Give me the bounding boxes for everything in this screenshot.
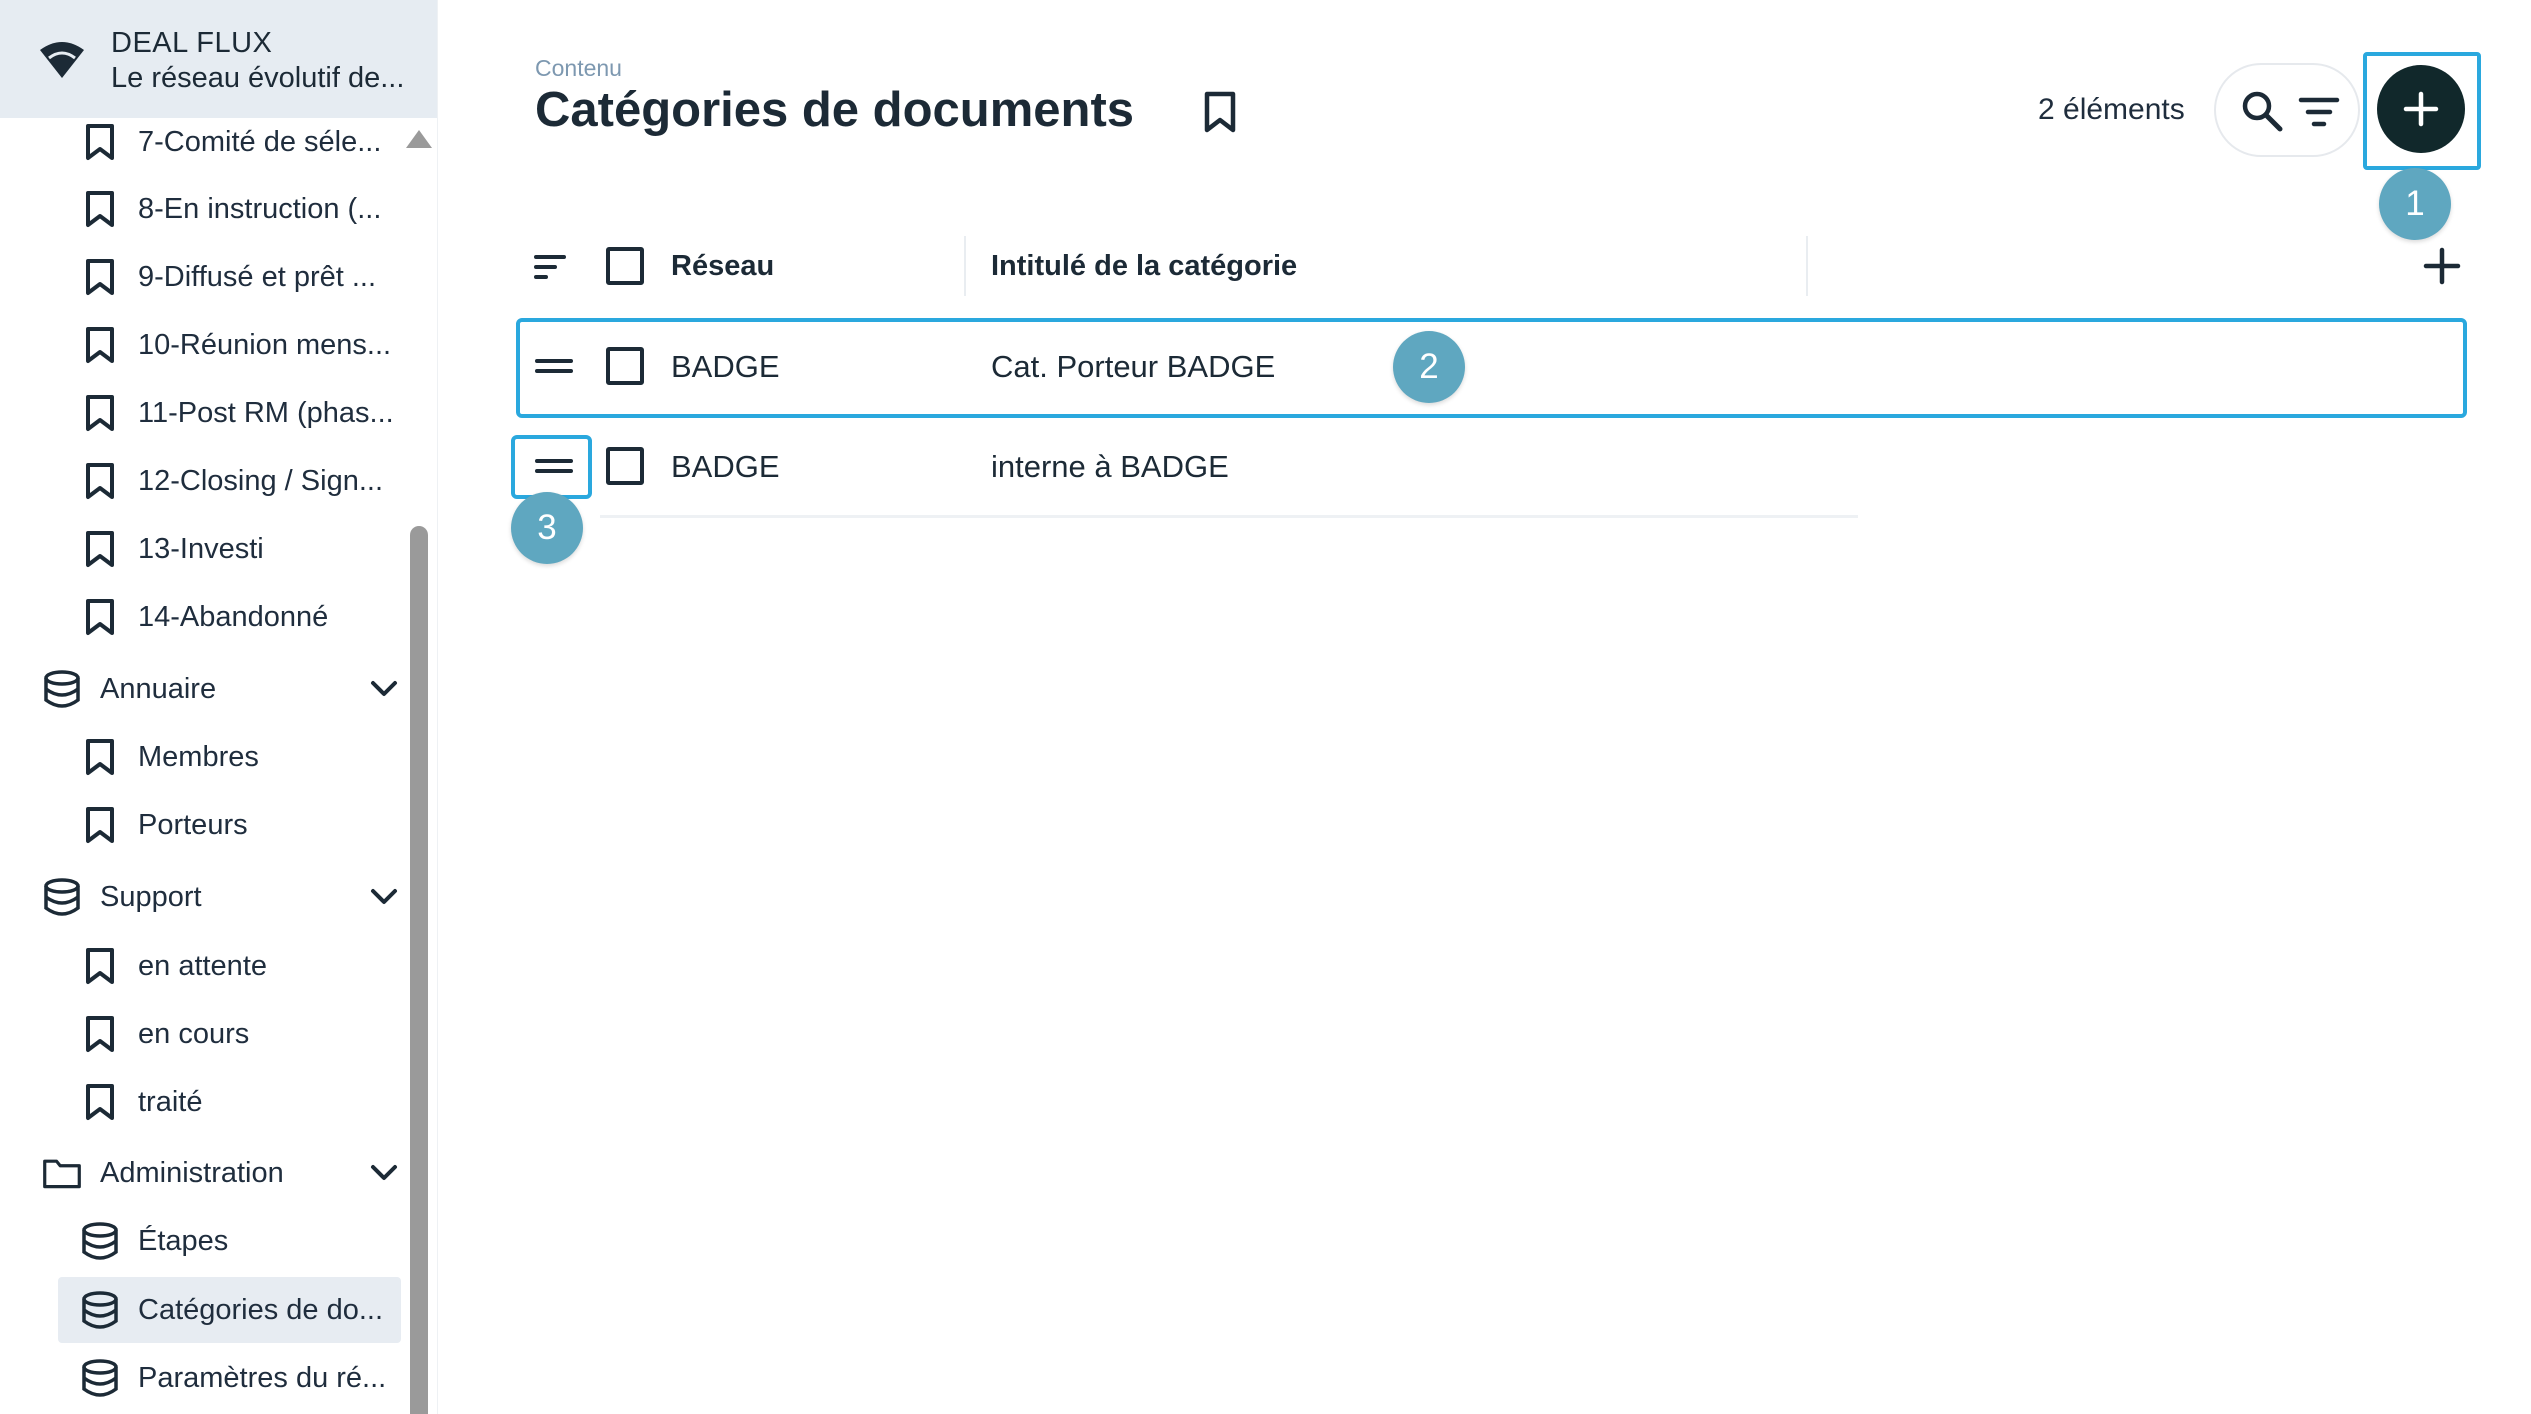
table-header bbox=[510, 230, 2450, 304]
column-header-intitule[interactable]: Intitulé de la catégorie bbox=[991, 250, 1297, 283]
database-icon bbox=[42, 877, 82, 917]
sidebar: DEAL FLUX Le réseau évolutif de... 7-Com… bbox=[0, 0, 438, 1414]
row-checkbox[interactable] bbox=[606, 447, 644, 485]
wifi-logo-icon bbox=[40, 42, 84, 78]
column-header-reseau[interactable]: Réseau bbox=[671, 250, 774, 283]
sidebar-item-abandonne[interactable]: 14-Abandonné bbox=[80, 586, 400, 648]
bookmark-icon bbox=[80, 461, 120, 501]
database-icon bbox=[42, 669, 82, 709]
page-title: Catégories de documents bbox=[535, 83, 1135, 137]
sidebar-item-etapes[interactable]: Étapes bbox=[80, 1210, 400, 1272]
sidebar-scrollbar[interactable] bbox=[410, 526, 428, 1414]
breadcrumb[interactable]: Contenu bbox=[535, 55, 622, 82]
sidebar-item-label: 10-Réunion mens... bbox=[138, 328, 392, 361]
sidebar-section-support[interactable]: Support bbox=[42, 866, 402, 928]
sidebar-section-label: Annuaire bbox=[100, 672, 217, 705]
sidebar-item-post-rm[interactable]: 11-Post RM (phas... bbox=[80, 382, 400, 444]
filter-icon[interactable] bbox=[2298, 91, 2340, 133]
sidebar-item-label: 7-Comité de séle... bbox=[138, 125, 382, 158]
sidebar-item-diffuse[interactable]: 9-Diffusé et prêt ... bbox=[80, 246, 400, 308]
folder-icon bbox=[42, 1153, 82, 1193]
sidebar-item-label: Paramètres du ré... bbox=[138, 1361, 387, 1394]
sidebar-item-label: 14-Abandonné bbox=[138, 600, 329, 633]
sidebar-item-label: 8-En instruction (... bbox=[138, 192, 382, 225]
sidebar-item-en-cours[interactable]: en cours bbox=[80, 1003, 400, 1065]
column-divider[interactable] bbox=[1806, 236, 1808, 296]
sidebar-item-label: Étapes bbox=[138, 1224, 229, 1257]
bookmark-icon bbox=[80, 737, 120, 777]
sidebar-item-label: en attente bbox=[138, 949, 267, 982]
sidebar-item-label: traité bbox=[138, 1085, 203, 1118]
bookmark-icon bbox=[80, 946, 120, 986]
sidebar-item-instruction[interactable]: 8-En instruction (... bbox=[80, 178, 400, 240]
bookmark-icon bbox=[80, 805, 120, 845]
chevron-down-icon[interactable] bbox=[366, 1155, 402, 1191]
sidebar-item-membres[interactable]: Membres bbox=[80, 726, 400, 788]
sidebar-section-administration[interactable]: Administration bbox=[42, 1142, 402, 1204]
sidebar-section-annuaire[interactable]: Annuaire bbox=[42, 658, 402, 720]
sidebar-item-investi[interactable]: 13-Investi bbox=[80, 518, 400, 580]
bookmark-icon bbox=[80, 257, 120, 297]
app-name: DEAL FLUX bbox=[111, 27, 273, 59]
bookmark-icon bbox=[80, 597, 120, 637]
bookmark-icon bbox=[80, 1082, 120, 1122]
bookmark-icon[interactable] bbox=[1196, 88, 1244, 136]
bookmark-icon bbox=[80, 189, 120, 229]
sidebar-item-label: Porteurs bbox=[138, 808, 248, 841]
sidebar-section-label: Administration bbox=[100, 1156, 284, 1189]
highlight-box-row bbox=[516, 318, 2467, 418]
sidebar-item-label: 11-Post RM (phas... bbox=[138, 396, 394, 429]
sidebar-item-en-attente[interactable]: en attente bbox=[80, 935, 400, 997]
sidebar-item-label: 12-Closing / Sign... bbox=[138, 464, 384, 497]
annotation-badge-3: 3 bbox=[511, 492, 583, 564]
add-column-icon[interactable] bbox=[2422, 246, 2462, 286]
sidebar-item-label: en cours bbox=[138, 1017, 250, 1050]
sidebar-item-traite[interactable]: traité bbox=[80, 1071, 400, 1133]
annotation-badge-2: 2 bbox=[1393, 331, 1465, 403]
sidebar-item-reunion[interactable]: 10-Réunion mens... bbox=[80, 314, 400, 376]
chevron-down-icon[interactable] bbox=[366, 671, 402, 707]
bookmark-icon bbox=[80, 325, 120, 365]
sidebar-item-categories[interactable]: Catégories de do... bbox=[80, 1279, 400, 1341]
sidebar-section-label: Support bbox=[100, 880, 202, 913]
sidebar-item-label: 13-Investi bbox=[138, 532, 264, 565]
sidebar-item-parametres[interactable]: Paramètres du ré... bbox=[80, 1347, 400, 1409]
bookmark-icon bbox=[80, 1014, 120, 1054]
bookmark-icon bbox=[80, 529, 120, 569]
bookmark-icon bbox=[80, 122, 120, 162]
sidebar-item-porteurs[interactable]: Porteurs bbox=[80, 794, 400, 856]
sidebar-item-comite[interactable]: 7-Comité de séle... bbox=[80, 111, 400, 173]
row-divider bbox=[600, 515, 1858, 518]
item-count: 2 éléments bbox=[2038, 93, 2185, 126]
database-icon bbox=[80, 1221, 120, 1261]
cell-intitule: interne à BADGE bbox=[991, 449, 1229, 484]
bookmark-icon bbox=[80, 393, 120, 433]
sidebar-item-label: 9-Diffusé et prêt ... bbox=[138, 260, 377, 293]
column-divider[interactable] bbox=[964, 236, 966, 296]
search-icon[interactable] bbox=[2240, 89, 2284, 133]
sidebar-item-closing[interactable]: 12-Closing / Sign... bbox=[80, 450, 400, 512]
cell-reseau: BADGE bbox=[671, 449, 780, 484]
search-filter-toolbar bbox=[2214, 63, 2360, 157]
sort-icon[interactable] bbox=[533, 252, 567, 282]
sidebar-item-label: Membres bbox=[138, 740, 259, 773]
chevron-down-icon[interactable] bbox=[366, 879, 402, 915]
highlight-box-add-button bbox=[2363, 52, 2481, 170]
scroll-up-arrow-icon[interactable] bbox=[406, 130, 432, 148]
sidebar-item-label: Catégories de do... bbox=[138, 1293, 384, 1326]
app-subtitle: Le réseau évolutif de... bbox=[111, 62, 405, 94]
database-icon bbox=[80, 1290, 120, 1330]
app-header[interactable]: DEAL FLUX Le réseau évolutif de... bbox=[0, 0, 437, 118]
highlight-box-drag-handle bbox=[511, 435, 592, 499]
database-icon bbox=[80, 1358, 120, 1398]
select-all-checkbox[interactable] bbox=[606, 247, 644, 285]
